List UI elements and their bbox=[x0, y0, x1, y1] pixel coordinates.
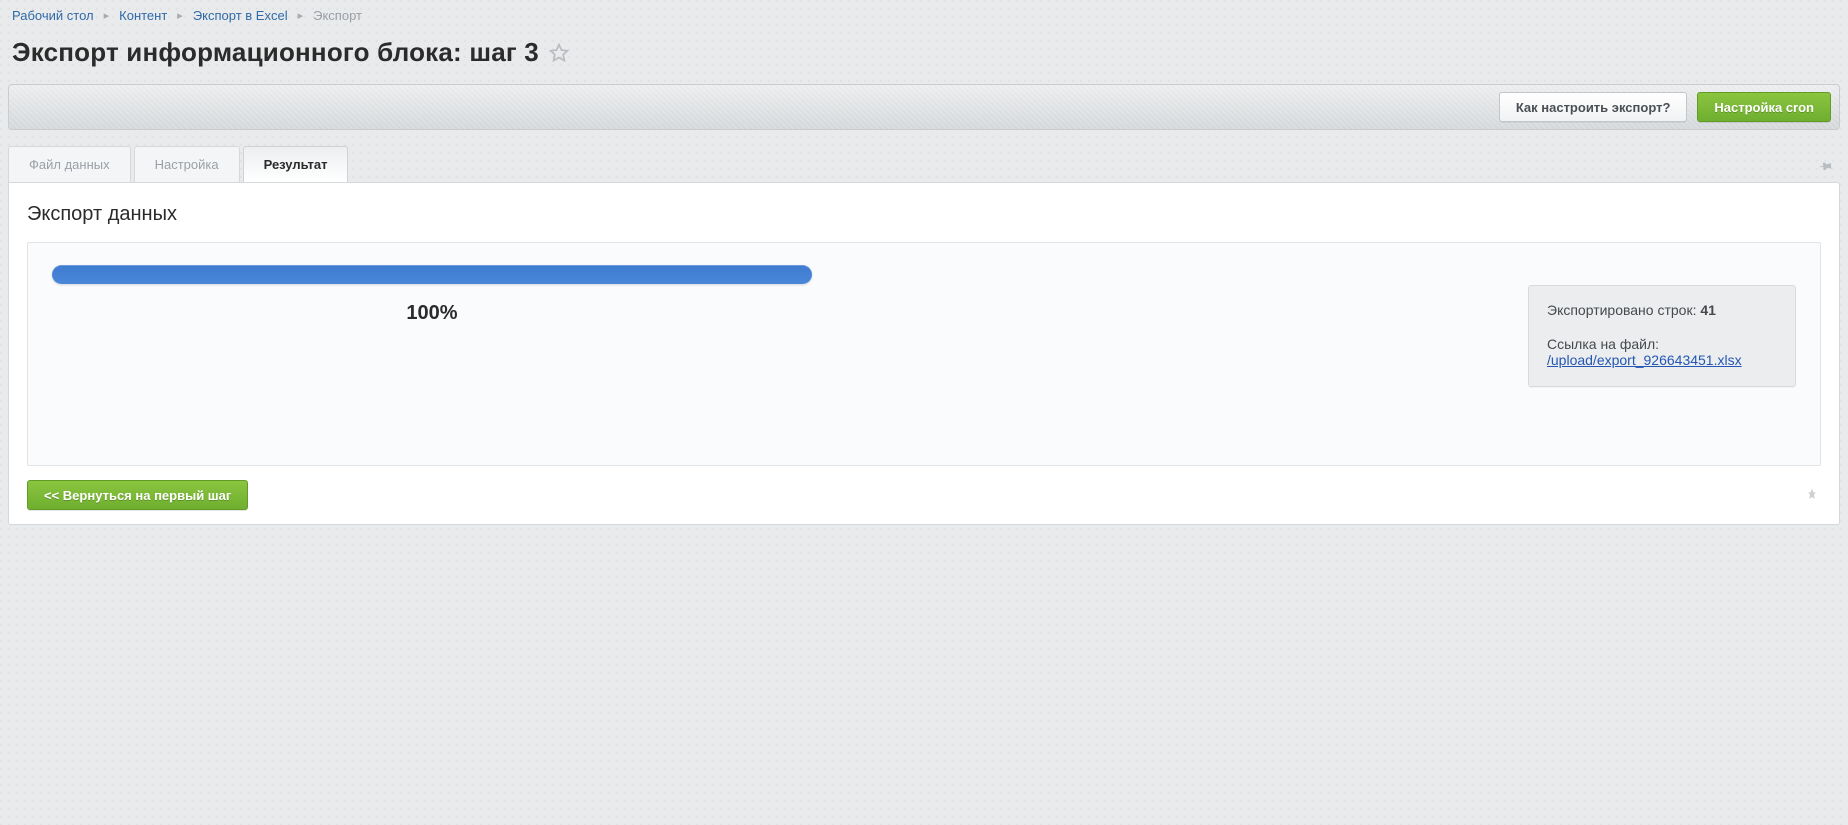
section-title: Экспорт данных bbox=[27, 203, 1821, 226]
export-file-label: Ссылка на файл: bbox=[1547, 336, 1777, 352]
breadcrumb: Рабочий стол ▸ Контент ▸ Экспорт в Excel… bbox=[0, 0, 1848, 23]
tab-result[interactable]: Результат bbox=[243, 146, 349, 182]
page-title-row: Экспорт информационного блока: шаг 3 bbox=[0, 23, 1848, 84]
export-file: Ссылка на файл: /upload/export_926643451… bbox=[1547, 336, 1777, 368]
progress-bar bbox=[52, 265, 812, 284]
page-title: Экспорт информационного блока: шаг 3 bbox=[12, 37, 539, 68]
result-panel: 100% Экспортировано строк: 41 Ссылка на … bbox=[27, 242, 1821, 466]
breadcrumb-item-export: Экспорт bbox=[313, 8, 362, 23]
tab-settings[interactable]: Настройка bbox=[134, 146, 240, 182]
chevron-right-icon: ▸ bbox=[298, 9, 304, 22]
breadcrumb-item-content[interactable]: Контент bbox=[119, 8, 167, 23]
exported-rows-count: 41 bbox=[1700, 302, 1716, 318]
card-footer: << Вернуться на первый шаг bbox=[27, 480, 1821, 510]
exported-rows-label: Экспортировано строк: bbox=[1547, 302, 1696, 318]
back-to-first-step-button[interactable]: << Вернуться на первый шаг bbox=[27, 480, 248, 510]
breadcrumb-item-desktop[interactable]: Рабочий стол bbox=[12, 8, 94, 23]
content-card: Экспорт данных 100% Экспортировано строк… bbox=[8, 182, 1840, 525]
chevron-right-icon: ▸ bbox=[177, 9, 183, 22]
export-file-link[interactable]: /upload/export_926643451.xlsx bbox=[1547, 352, 1742, 368]
tab-data-file[interactable]: Файл данных bbox=[8, 146, 131, 182]
progress-column: 100% bbox=[52, 265, 812, 325]
chevron-right-icon: ▸ bbox=[104, 9, 110, 22]
export-info-box: Экспортировано строк: 41 Ссылка на файл:… bbox=[1528, 285, 1796, 387]
breadcrumb-item-export-excel[interactable]: Экспорт в Excel bbox=[193, 8, 288, 23]
toolbar: Как настроить экспорт? Настройка cron bbox=[8, 84, 1840, 130]
pin-icon[interactable] bbox=[1814, 154, 1839, 179]
pin-icon[interactable] bbox=[1803, 486, 1821, 504]
exported-rows: Экспортировано строк: 41 bbox=[1547, 302, 1777, 318]
progress-percent: 100% bbox=[52, 302, 812, 325]
star-icon[interactable] bbox=[549, 43, 569, 63]
tab-bar: Файл данных Настройка Результат bbox=[8, 146, 1840, 182]
help-export-button[interactable]: Как настроить экспорт? bbox=[1499, 92, 1688, 122]
cron-settings-button[interactable]: Настройка cron bbox=[1697, 92, 1831, 122]
